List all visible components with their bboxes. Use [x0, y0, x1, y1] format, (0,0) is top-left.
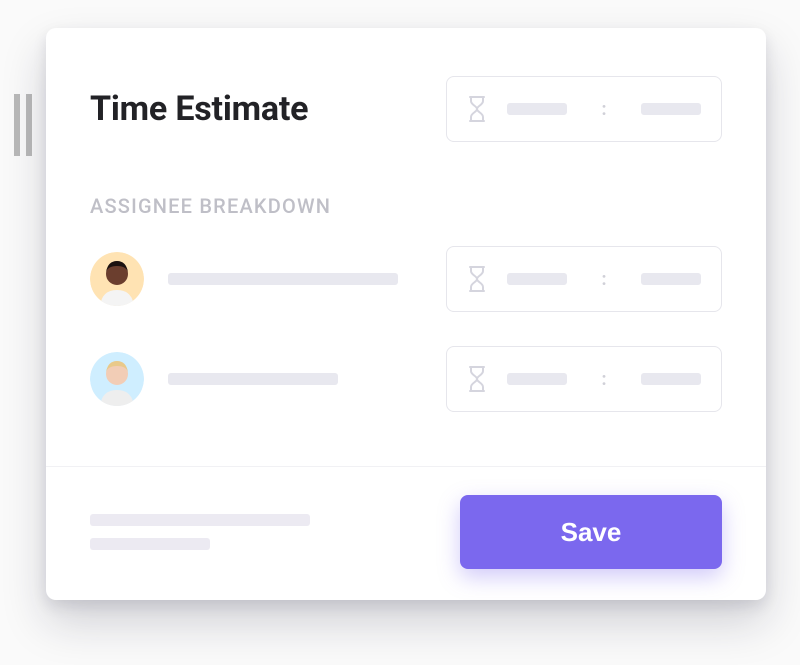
- time-separator: :: [601, 269, 606, 290]
- time-separator: :: [601, 99, 606, 120]
- minutes-field[interactable]: [641, 103, 701, 115]
- assignee-name: [168, 373, 338, 385]
- assignee-time-input[interactable]: :: [446, 246, 722, 312]
- footer-text-placeholder: [90, 514, 310, 526]
- hours-field[interactable]: [507, 273, 567, 285]
- save-button[interactable]: Save: [460, 495, 722, 569]
- breakdown-section-label: Assignee Breakdown: [90, 194, 722, 218]
- card-title: Time Estimate: [90, 89, 308, 129]
- assignee-name: [168, 273, 398, 285]
- footer-info: [90, 514, 310, 550]
- background-decoration: [14, 94, 32, 156]
- hourglass-icon: [467, 265, 487, 293]
- assignee-row: :: [90, 346, 722, 412]
- time-estimate-card: Time Estimate : Assignee Breakdown: [46, 28, 766, 600]
- assignee-row: :: [90, 246, 722, 312]
- minutes-field[interactable]: [641, 373, 701, 385]
- assignee-time-input[interactable]: :: [446, 346, 722, 412]
- minutes-field[interactable]: [641, 273, 701, 285]
- footer-text-placeholder: [90, 538, 210, 550]
- hourglass-icon: [467, 365, 487, 393]
- avatar: [90, 352, 144, 406]
- hourglass-icon: [467, 95, 487, 123]
- hours-field[interactable]: [507, 103, 567, 115]
- hours-field[interactable]: [507, 373, 567, 385]
- card-footer: Save: [46, 466, 766, 603]
- avatar: [90, 252, 144, 306]
- time-separator: :: [601, 369, 606, 390]
- total-time-input[interactable]: :: [446, 76, 722, 142]
